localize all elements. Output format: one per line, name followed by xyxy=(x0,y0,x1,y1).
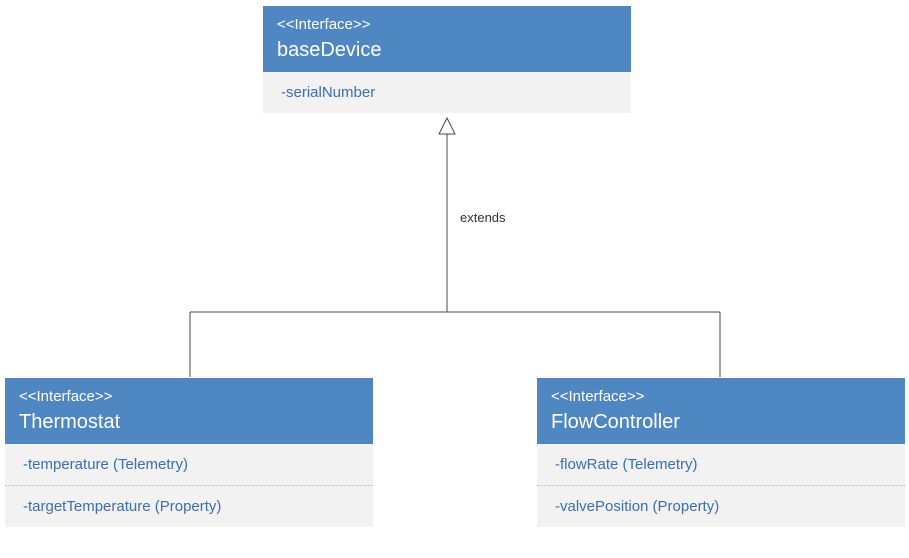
extends-label: extends xyxy=(460,210,506,225)
attribute-row: -valvePosition (Property) xyxy=(537,486,905,527)
stereotype-label: <<Interface>> xyxy=(19,388,359,405)
interface-base-device: <<Interface>> baseDevice -serialNumber xyxy=(262,5,632,114)
stereotype-label: <<Interface>> xyxy=(551,388,891,405)
box-body: -temperature (Telemetry) -targetTemperat… xyxy=(5,444,373,527)
attribute-row: -targetTemperature (Property) xyxy=(5,486,373,527)
stereotype-label: <<Interface>> xyxy=(277,16,617,33)
attribute-row: -temperature (Telemetry) xyxy=(5,444,373,486)
attribute-row: -serialNumber xyxy=(263,72,631,113)
interface-thermostat: <<Interface>> Thermostat -temperature (T… xyxy=(4,377,374,528)
box-header: <<Interface>> Thermostat xyxy=(5,378,373,444)
box-header: <<Interface>> baseDevice xyxy=(263,6,631,72)
interface-name: Thermostat xyxy=(19,411,359,434)
attribute-row: -flowRate (Telemetry) xyxy=(537,444,905,486)
box-body: -flowRate (Telemetry) -valvePosition (Pr… xyxy=(537,444,905,527)
interface-flow-controller: <<Interface>> FlowController -flowRate (… xyxy=(536,377,906,528)
interface-name: FlowController xyxy=(551,411,891,434)
box-header: <<Interface>> FlowController xyxy=(537,378,905,444)
interface-name: baseDevice xyxy=(277,39,617,62)
